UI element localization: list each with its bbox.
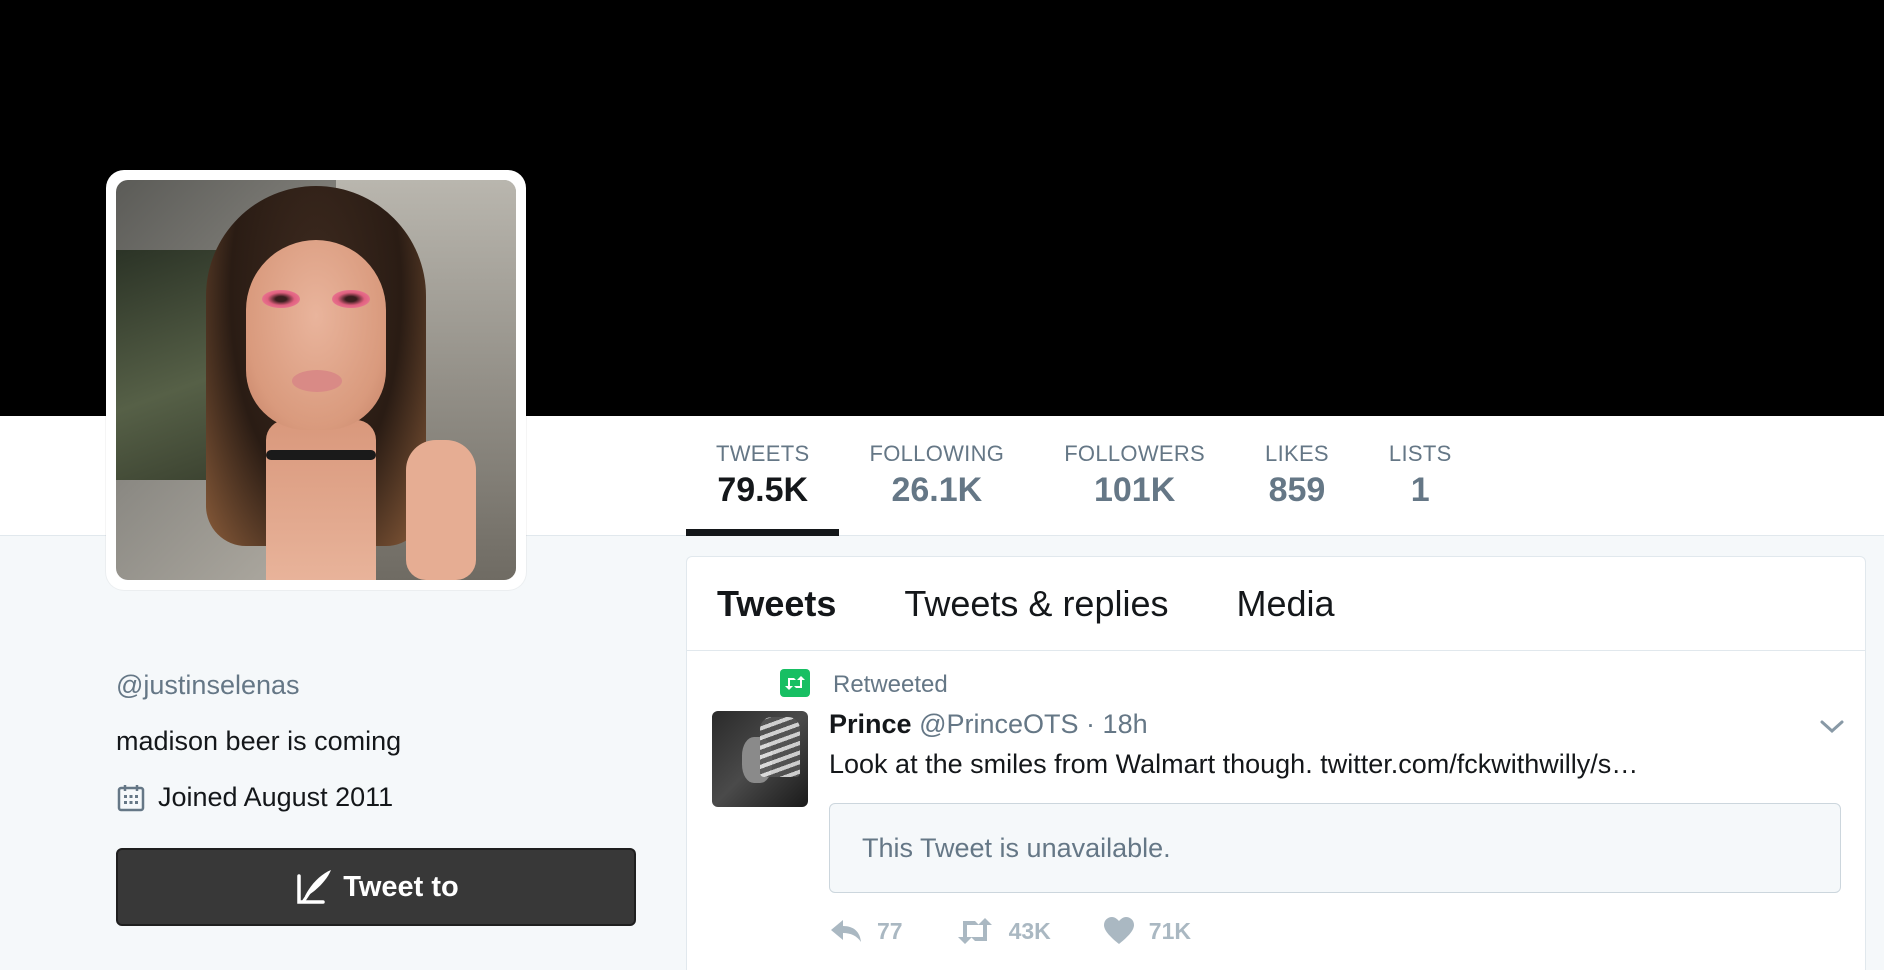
joined-text: Joined August 2011 xyxy=(158,782,394,812)
profile-joined: Joined August 2011 xyxy=(116,782,393,813)
tweet-author-name[interactable]: Prince xyxy=(829,709,912,739)
stat-value: 26.1K xyxy=(891,471,983,509)
stat-label: FOLLOWERS xyxy=(1064,441,1206,466)
tweet-avatar-scarf xyxy=(760,717,800,777)
stat-value: 101K xyxy=(1093,471,1176,509)
stat-label: FOLLOWING xyxy=(869,441,1005,466)
avatar-eye-left xyxy=(262,290,300,308)
stat-following[interactable]: FOLLOWING 26.1K xyxy=(839,416,1034,536)
avatar-eye-right xyxy=(332,290,370,308)
retweeted-icon xyxy=(780,669,810,697)
chevron-down-icon[interactable] xyxy=(1819,717,1845,737)
tweet-timestamp[interactable]: 18h xyxy=(1103,709,1148,739)
tweet-to-label: Tweet to xyxy=(343,870,459,903)
calendar-icon xyxy=(117,784,145,811)
stat-tweets[interactable]: TWEETS 79.5K xyxy=(686,416,840,536)
tweet-header: Prince @PrinceOTS · 18h xyxy=(829,709,1148,740)
stat-label: LIKES xyxy=(1265,441,1329,466)
tweet-separator: · xyxy=(1086,709,1096,739)
profile-bio: madison beer is coming xyxy=(116,726,402,756)
heart-icon xyxy=(1103,917,1134,944)
stat-label: TWEETS xyxy=(716,441,810,466)
avatar-face xyxy=(246,240,386,430)
profile-avatar[interactable] xyxy=(106,170,526,590)
stat-followers[interactable]: FOLLOWERS 101K xyxy=(1034,416,1235,536)
tweet-actions: 77 43K 71K xyxy=(829,917,1243,945)
tweet-item[interactable]: Retweeted Prince @PrinceOTS · 18h Look a… xyxy=(687,557,1865,970)
retweet-button[interactable]: 43K xyxy=(955,917,1051,945)
tweet-author-handle[interactable]: @PrinceOTS xyxy=(919,709,1078,739)
profile-avatar-image xyxy=(116,180,516,580)
tweet-to-button[interactable]: Tweet to xyxy=(116,848,636,926)
stat-label: LISTS xyxy=(1388,441,1452,466)
retweet-count: 43K xyxy=(1008,917,1051,944)
avatar-lips xyxy=(292,370,342,392)
retweeted-label: Retweeted xyxy=(833,671,948,698)
stat-lists[interactable]: LISTS 1 xyxy=(1359,416,1482,536)
timeline: Tweets Tweets & replies Media Retweeted … xyxy=(686,556,1866,970)
stat-value: 1 xyxy=(1410,471,1430,509)
like-button[interactable]: 71K xyxy=(1103,917,1191,945)
stat-value: 79.5K xyxy=(717,471,809,509)
avatar-neck xyxy=(266,420,376,580)
stat-value: 859 xyxy=(1268,471,1326,509)
profile-stats: TWEETS 79.5K FOLLOWING 26.1K FOLLOWERS 1… xyxy=(686,416,1482,536)
stat-likes[interactable]: LIKES 859 xyxy=(1235,416,1359,536)
compose-quill-icon xyxy=(297,870,332,904)
quoted-tweet-unavailable: This Tweet is unavailable. xyxy=(829,803,1841,893)
reply-button[interactable]: 77 xyxy=(829,918,903,945)
retweet-icon xyxy=(957,918,992,944)
reply-count: 77 xyxy=(877,917,903,944)
tweet-author-avatar[interactable] xyxy=(712,711,808,807)
quote-text: This Tweet is unavailable. xyxy=(862,832,1171,863)
avatar-choker xyxy=(266,450,376,460)
tweet-text: Look at the smiles from Walmart though. … xyxy=(829,749,1639,779)
avatar-hand xyxy=(406,440,476,580)
reply-icon xyxy=(831,920,861,942)
like-count: 71K xyxy=(1148,917,1191,944)
profile-handle[interactable]: @justinselenas xyxy=(116,670,300,701)
